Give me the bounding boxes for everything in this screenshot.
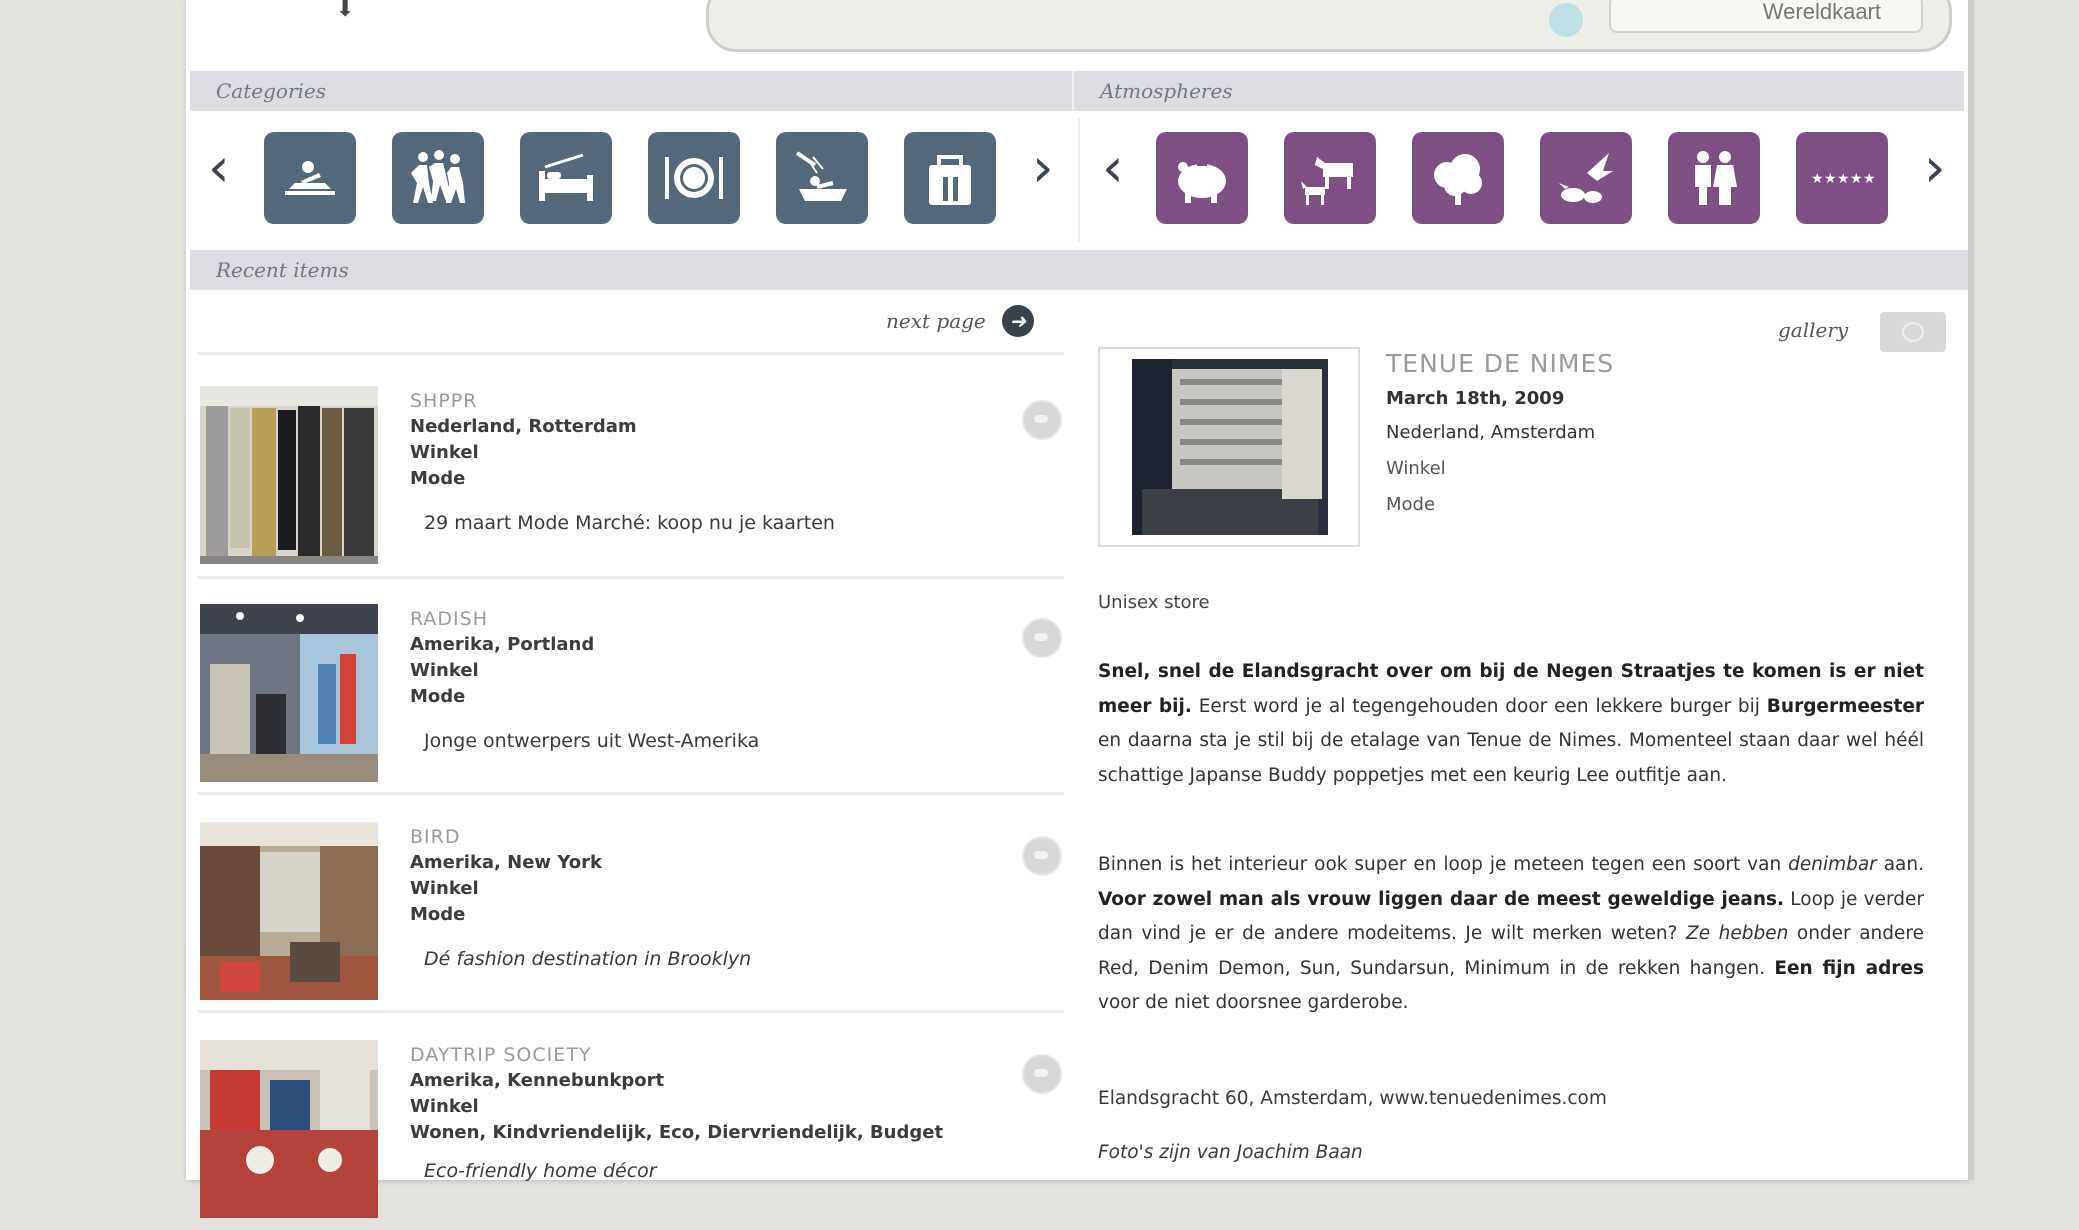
detail-paragraph-1: Snel, snel de Elandsgracht over om bij d… [1098,655,1924,793]
text-bold: Burgermeester [1766,695,1925,717]
item-thumbnail[interactable] [200,386,378,564]
shower-bath-icon[interactable] [776,132,868,224]
section-divider [1078,118,1080,242]
sauna-icon[interactable] [264,132,356,224]
comment-icon[interactable] [1022,1054,1062,1094]
detail-title: TENUE DE NIMES [1386,349,1615,378]
item-description: Dé fashion destination in Brooklyn [424,948,752,970]
search-go-icon[interactable] [1549,3,1583,37]
categories-prev-arrow[interactable]: ‹ [208,138,230,198]
comment-icon[interactable] [1022,618,1062,658]
search-bar[interactable]: Wereldkaart [706,0,1952,52]
page: ⬇ Wereldkaart Categories Atmospheres ‹ ›… [186,0,1968,1218]
text-span: voor de niet doorsnee garderobe. [1098,992,1409,1013]
item-thumbnail[interactable] [200,822,378,1000]
atmospheres-header: Atmospheres [1072,71,1964,111]
detail-tags: Mode [1386,494,1436,515]
photo-credit: Foto's zijn van Joachim Baan [1098,1142,1363,1163]
item-tags: Mode [410,468,466,489]
item-location: Nederland, Rotterdam [410,416,637,437]
detail-address[interactable]: Elandsgracht 60, Amsterdam, www.tenueden… [1098,1088,1607,1109]
detail-location: Nederland, Amsterdam [1386,422,1596,443]
detail-paragraph-2: Binnen is het interieur ook super en loo… [1098,848,1924,1021]
text-italic: denimbar [1788,854,1877,875]
item-description: Jonge ontwerpers uit West-Amerika [424,730,760,752]
piggy-bank-icon[interactable] [1156,132,1248,224]
categories-header: Categories [190,71,1072,111]
item-thumbnail[interactable] [200,1040,378,1218]
next-page-label: next page [886,309,986,333]
couple-icon[interactable] [1668,132,1760,224]
item-location: Amerika, New York [410,852,602,873]
text-span: Eerst word je al tegengehouden door een … [1191,695,1767,717]
shopping-bag-icon[interactable] [904,132,996,224]
item-title[interactable]: BIRD [410,826,460,848]
detail-type: Winkel [1386,458,1446,479]
item-thumbnail[interactable] [200,604,378,782]
item-type: Winkel [410,442,479,463]
item-type: Winkel [410,1096,479,1117]
item-type: Winkel [410,878,479,899]
svg-text:★: ★ [1837,171,1850,187]
bird-icon[interactable] [1540,132,1632,224]
comment-icon[interactable] [1022,836,1062,876]
svg-text:★: ★ [1863,171,1876,187]
animals-icon[interactable] [1284,132,1376,224]
world-map-button[interactable]: Wereldkaart [1609,0,1923,33]
bed-icon[interactable] [520,132,612,224]
text-bold: Een fijn adres [1774,957,1924,979]
text-bold: Voor zowel man als vrouw liggen daar de … [1098,888,1785,910]
dancing-people-icon[interactable] [392,132,484,224]
list-item[interactable]: SHPPR Nederland, Rotterdam Winkel Mode 2… [200,386,1066,576]
arrow-right-icon[interactable]: ➜ [1001,305,1034,337]
atmospheres-next-arrow[interactable]: › [1924,138,1946,198]
item-tags: Mode [410,904,466,925]
svg-text:★: ★ [1824,171,1837,187]
page-edge [1968,0,1974,1180]
item-title[interactable]: RADISH [410,608,488,630]
detail-date: March 18th, 2009 [1386,388,1565,409]
item-location: Amerika, Portland [410,634,595,655]
item-tags: Mode [410,686,466,707]
text-span: Binnen is het interieur ook super en loo… [1098,854,1789,875]
gallery-label: gallery [1778,318,1849,342]
text-span: en daarna sta je stil bij de etalage van… [1098,730,1924,786]
next-page-link[interactable]: next page ➜ [886,305,1034,337]
item-description: Eco-friendly home décor [424,1160,657,1182]
item-title[interactable]: SHPPR [410,390,477,412]
comment-icon[interactable] [1022,400,1062,440]
atmospheres-prev-arrow[interactable]: ‹ [1102,138,1124,198]
categories-next-arrow[interactable]: › [1032,138,1054,198]
tree-icon[interactable] [1412,132,1504,224]
divider [198,352,1064,355]
divider [198,576,1064,579]
camera-icon[interactable] [1880,312,1946,352]
item-tags: Wonen, Kindvriendelijk, Eco, Diervriende… [410,1122,944,1143]
detail-image[interactable] [1098,347,1360,547]
divider [198,792,1064,795]
logo-icon[interactable]: ⬇ [336,0,356,24]
svg-text:★: ★ [1850,171,1863,187]
plate-cutlery-icon[interactable] [648,132,740,224]
item-type: Winkel [410,660,479,681]
recent-items-header: Recent items [190,250,1968,290]
item-title[interactable]: DAYTRIP SOCIETY [410,1044,591,1066]
list-item[interactable]: DAYTRIP SOCIETY Amerika, Kennebunkport W… [200,1040,1066,1230]
stars-icon[interactable]: ★ ★ ★ ★ ★ [1796,132,1888,224]
divider [198,1010,1064,1013]
list-item[interactable]: BIRD Amerika, New York Winkel Mode Dé fa… [200,822,1066,1012]
item-description: 29 maart Mode Marché: koop nu je kaarten [424,512,835,534]
svg-text:★: ★ [1811,171,1824,187]
list-item[interactable]: RADISH Amerika, Portland Winkel Mode Jon… [200,604,1066,794]
text-italic: Ze hebben [1686,923,1789,944]
detail-subtitle: Unisex store [1098,592,1210,613]
text-span: aan. [1876,854,1924,875]
item-location: Amerika, Kennebunkport [410,1070,665,1091]
